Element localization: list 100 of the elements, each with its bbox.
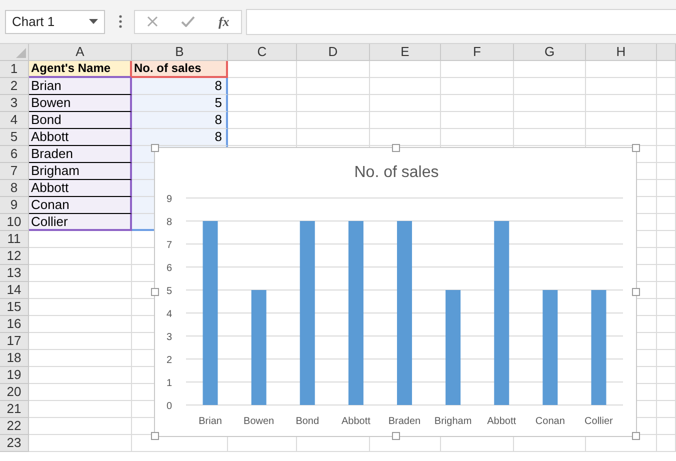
empty-cell	[514, 129, 586, 146]
empty-cell	[657, 350, 676, 367]
empty-cell	[657, 401, 676, 418]
column-header[interactable]: C	[228, 44, 297, 61]
empty-cell	[514, 95, 586, 112]
empty-cell	[657, 418, 676, 435]
x-axis-label: Brigham	[434, 416, 472, 427]
resize-handle[interactable]	[151, 288, 159, 296]
row-header[interactable]: 20	[0, 384, 29, 401]
table-cell: 5	[132, 95, 228, 112]
row-header[interactable]: 3	[0, 95, 29, 112]
x-axis-label: Bond	[296, 416, 320, 427]
name-box[interactable]: Chart 1	[5, 10, 105, 34]
table-cell: Bond	[29, 112, 132, 129]
resize-handle[interactable]	[632, 288, 640, 296]
empty-cell	[657, 248, 676, 265]
column-header[interactable]: B	[132, 44, 228, 61]
table-cell: Brigham	[29, 163, 132, 180]
row-header[interactable]: 22	[0, 418, 29, 435]
resize-handle[interactable]	[151, 432, 159, 440]
chart-title: No. of sales	[354, 164, 439, 181]
row-header[interactable]: 5	[0, 129, 29, 146]
formula-field[interactable]	[246, 8, 676, 34]
row-header[interactable]: 23	[0, 435, 29, 452]
table-cell: Conan	[29, 197, 132, 214]
resize-handle[interactable]	[392, 432, 400, 440]
empty-cell	[657, 265, 676, 282]
row-header[interactable]: 18	[0, 350, 29, 367]
row-header[interactable]: 6	[0, 146, 29, 163]
resize-handle[interactable]	[392, 144, 400, 152]
empty-cell	[586, 61, 657, 78]
resize-handle[interactable]	[632, 432, 640, 440]
empty-cell	[657, 129, 676, 146]
column-header[interactable]: A	[29, 44, 132, 61]
row-header[interactable]: 7	[0, 163, 29, 180]
empty-cell	[657, 163, 676, 180]
empty-cell	[586, 95, 657, 112]
chart-area[interactable]: No. of sales 0 1 2 3 4 5 6 7 8 9 Brian Bowen Bond Abbott Braden Brigham Abbott Conan Collier	[154, 147, 637, 437]
table-cell: Bowen	[29, 95, 132, 112]
row-header[interactable]: 4	[0, 112, 29, 129]
resize-handle[interactable]	[151, 144, 159, 152]
resize-handle[interactable]	[632, 144, 640, 152]
empty-cell	[657, 180, 676, 197]
table-cell: 8	[132, 112, 228, 129]
y-axis-label: 8	[166, 217, 172, 228]
row-header[interactable]: 11	[0, 231, 29, 248]
cancel-icon[interactable]	[146, 16, 158, 27]
row-header[interactable]: 16	[0, 316, 29, 333]
table-cell: 8	[132, 129, 228, 146]
dropdown-caret-icon[interactable]	[89, 19, 98, 24]
empty-cell	[657, 282, 676, 299]
empty-cell	[657, 231, 676, 248]
row-header[interactable]: 13	[0, 265, 29, 282]
empty-cell	[657, 333, 676, 350]
empty-cell	[657, 316, 676, 333]
empty-cell	[657, 384, 676, 401]
x-axis-label: Conan	[535, 416, 565, 427]
empty-cell	[657, 435, 676, 452]
row-header[interactable]: 8	[0, 180, 29, 197]
y-axis-label: 4	[166, 309, 172, 320]
column-header[interactable]: E	[370, 44, 441, 61]
empty-cell	[657, 299, 676, 316]
empty-cell	[586, 78, 657, 95]
empty-cell	[370, 78, 441, 95]
check-icon[interactable]	[181, 16, 196, 27]
column-header[interactable]: D	[297, 44, 370, 61]
row-header[interactable]: 17	[0, 333, 29, 350]
x-axis-label: Brian	[198, 416, 222, 427]
empty-cell	[657, 95, 676, 112]
y-axis-label: 9	[166, 194, 172, 205]
empty-cell	[514, 112, 586, 129]
y-axis-label: 5	[166, 286, 172, 297]
row-header[interactable]: 14	[0, 282, 29, 299]
empty-cell	[514, 78, 586, 95]
row-header[interactable]: 1	[0, 61, 29, 78]
column-header[interactable]: F	[441, 44, 514, 61]
empty-cell	[657, 61, 676, 78]
empty-cell	[657, 197, 676, 214]
column-header[interactable]: G	[514, 44, 586, 61]
row-header[interactable]: 10	[0, 214, 29, 231]
table-cell: Brian	[29, 78, 132, 95]
x-axis-label: Abbott	[341, 416, 370, 427]
x-axis-label: Braden	[388, 416, 421, 427]
x-axis-label: Bowen	[244, 416, 274, 427]
more-icon[interactable]	[119, 15, 122, 28]
row-header[interactable]: 15	[0, 299, 29, 316]
table-cell: Abbott	[29, 129, 132, 146]
empty-cell	[370, 112, 441, 129]
row-header[interactable]: 21	[0, 401, 29, 418]
row-header[interactable]: 12	[0, 248, 29, 265]
y-axis-label: 3	[166, 332, 172, 343]
select-all-button[interactable]	[0, 44, 29, 61]
row-header[interactable]: 2	[0, 78, 29, 95]
row-header[interactable]: 19	[0, 367, 29, 384]
column-header[interactable]: H	[586, 44, 657, 61]
insert-function-button[interactable]: fx	[218, 14, 230, 30]
x-axis-label: Abbott	[487, 416, 516, 427]
y-axis-label: 7	[166, 240, 172, 251]
row-header[interactable]: 9	[0, 197, 29, 214]
y-axis-label: 6	[166, 263, 172, 274]
